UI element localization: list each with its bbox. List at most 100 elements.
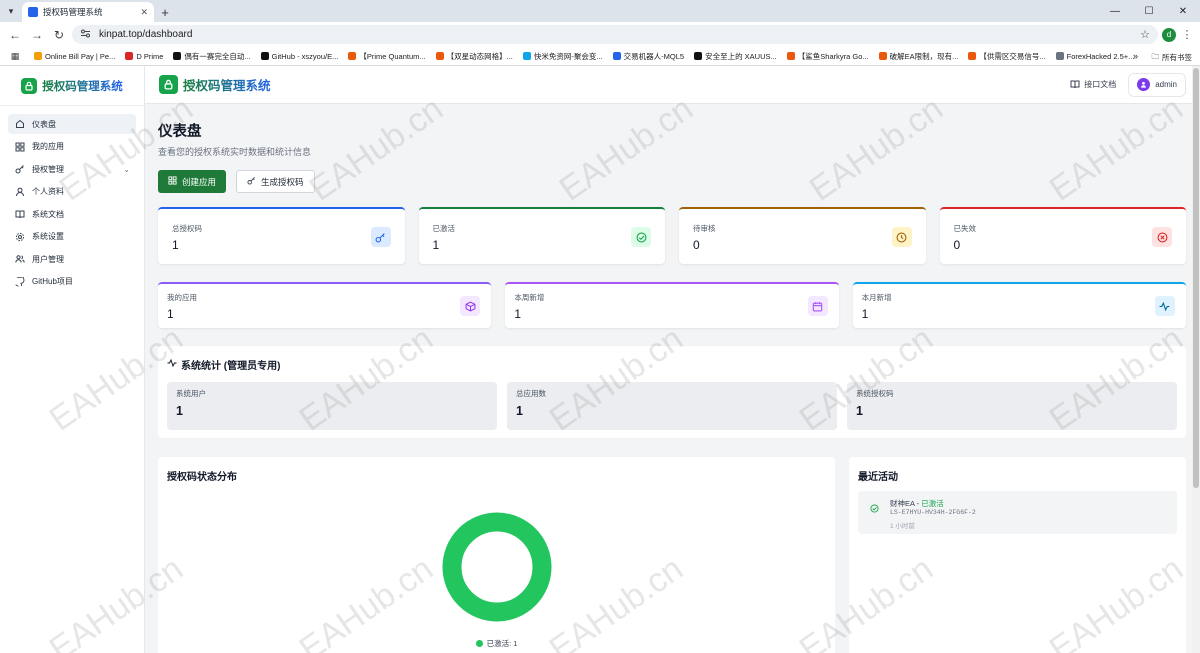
status-donut-chart xyxy=(442,512,552,622)
stat-card-pending: 待审核 0 xyxy=(679,207,926,264)
box-icon xyxy=(460,296,481,316)
scrollbar-thumb[interactable] xyxy=(1193,68,1199,488)
system-codes-card: 系统授权码 1 xyxy=(847,382,1177,430)
chevron-down-icon[interactable]: ⌄ xyxy=(123,165,130,174)
sidebar-item-settings[interactable]: 系统设置 xyxy=(8,227,136,247)
grid-icon xyxy=(168,176,177,187)
activity-code: LS-E7HYU-HV34H-2FG6F-2 xyxy=(890,509,976,516)
bookmarks-overflow-icon[interactable]: » xyxy=(1133,51,1138,61)
new-tab-button[interactable]: + xyxy=(154,2,176,22)
stat-card-activated: 已激活 1 xyxy=(418,207,665,264)
tab-favicon-icon xyxy=(28,7,38,17)
create-app-button[interactable]: 创建应用 xyxy=(158,170,227,193)
stat-card-total: 总授权码 1 xyxy=(158,207,405,264)
lock-icon xyxy=(159,75,178,94)
activity-icon xyxy=(167,358,177,371)
check-circle-icon xyxy=(870,502,879,516)
sidebar-brand-title: 授权码管理系统 xyxy=(42,78,123,94)
user-name: admin xyxy=(1155,80,1177,89)
clock-icon xyxy=(891,227,912,247)
bookmark-star-icon[interactable]: ☆ xyxy=(1140,28,1150,41)
api-docs-link[interactable]: 接口文档 xyxy=(1070,79,1116,91)
generate-code-button[interactable]: 生成授权码 xyxy=(236,170,315,193)
folder-icon: 🗀 xyxy=(1151,52,1160,61)
reload-icon[interactable]: ↻ xyxy=(50,26,68,44)
system-stats-panel: 系统统计 (管理员专用) 系统用户 1 总应用数 1 系统授权码 1 xyxy=(158,346,1186,438)
system-users-card: 系统用户 1 xyxy=(167,382,497,430)
header-brand[interactable]: 授权码管理系统 xyxy=(159,75,271,94)
donut-slice-已激活[interactable] xyxy=(442,512,552,622)
sidebar-item-profile[interactable]: 个人资料 xyxy=(8,182,136,202)
bookmark-item[interactable]: 破解EA限制，现有... xyxy=(878,51,958,62)
book-icon xyxy=(15,209,25,219)
header-brand-title: 授权码管理系统 xyxy=(183,75,271,94)
stat-card-expired: 已失效 0 xyxy=(939,207,1186,264)
bookmark-item[interactable]: 【Prime Quantum... xyxy=(348,51,426,62)
activity-time: 1 小时前 xyxy=(890,523,915,530)
status-distribution-panel: 授权码状态分布 已激活: 1 xyxy=(158,457,835,653)
bookmark-item[interactable]: ForexHacked 2.5+... xyxy=(1055,52,1134,61)
bookmark-item[interactable]: 快米免资网-聚会变... xyxy=(522,51,603,62)
maximize-icon[interactable]: ☐ xyxy=(1132,0,1166,22)
user-icon xyxy=(15,187,25,197)
activity-item[interactable]: 财神EA - 已激活 LS-E7HYU-HV34H-2FG6F-2 1 小时前 xyxy=(858,491,1177,534)
status-chart-title: 授权码状态分布 xyxy=(167,472,237,483)
app-root: 授权码管理系统 仪表盘 我的应用 授权管理 ⌄ 个人资料 系统文档 系统设置 用… xyxy=(0,66,1200,653)
all-bookmarks-button[interactable]: 🗀 所有书签 xyxy=(1152,51,1193,64)
back-icon[interactable]: ← xyxy=(6,26,24,44)
sidebar-item-license-management[interactable]: 授权管理 ⌄ xyxy=(8,159,136,179)
address-bar: ← → ↻ kinpat.top/dashboard ☆ d ⋮ xyxy=(0,22,1200,47)
sidebar-item-dashboard[interactable]: 仪表盘 xyxy=(8,114,136,134)
bookmark-item[interactable]: 【供需区交易信号... xyxy=(968,51,1046,62)
url-input[interactable]: kinpat.top/dashboard ☆ xyxy=(72,25,1158,44)
legend-label: 已激活: 1 xyxy=(486,639,518,648)
github-icon xyxy=(15,276,25,287)
forward-icon[interactable]: → xyxy=(28,26,46,44)
system-apps-card: 总应用数 1 xyxy=(507,382,837,430)
profile-avatar[interactable]: d xyxy=(1162,27,1176,42)
book-icon xyxy=(1070,79,1080,91)
bookmark-item[interactable]: 【双星动态网格】... xyxy=(435,51,513,62)
close-window-icon[interactable]: ✕ xyxy=(1166,0,1200,22)
sidebar-menu: 仪表盘 我的应用 授权管理 ⌄ 个人资料 系统文档 系统设置 用户管理 GitH… xyxy=(0,106,144,302)
browser-tab[interactable]: 授权码管理系统 ✕ xyxy=(22,2,154,22)
bookmark-item[interactable]: 【鲨鱼Sharkyra Go... xyxy=(786,51,869,62)
stat-card-monthly-new: 本月新增 1 xyxy=(852,282,1186,328)
sidebar-brand[interactable]: 授权码管理系统 xyxy=(0,66,144,106)
key-icon xyxy=(247,176,256,187)
stat-card-my-apps: 我的应用 1 xyxy=(158,282,492,328)
browser-menu-icon[interactable]: ⋮ xyxy=(1180,28,1194,41)
sidebar-item-users[interactable]: 用户管理 xyxy=(8,249,136,269)
page-title: 仪表盘 xyxy=(158,124,202,140)
page-subtitle: 查看您的授权系统实时数据和统计信息 xyxy=(158,147,312,157)
sidebar-item-github[interactable]: GitHub项目 xyxy=(8,272,136,292)
page-scrollbar[interactable] xyxy=(1192,66,1200,653)
key-icon xyxy=(370,227,391,247)
user-menu-button[interactable]: admin xyxy=(1128,72,1186,97)
bookmark-item[interactable]: 偶有一赛完全自动... xyxy=(173,51,251,62)
recent-activity-title: 最近活动 xyxy=(858,472,898,483)
url-text: kinpat.top/dashboard xyxy=(99,29,193,40)
sidebar-item-my-apps[interactable]: 我的应用 xyxy=(8,137,136,157)
bookmark-item[interactable]: 交易机器人-MQL5 xyxy=(612,51,684,62)
stat-card-weekly-new: 本周新增 1 xyxy=(505,282,839,328)
bookmark-item[interactable]: GitHub - xszyou/E... xyxy=(260,52,338,61)
chart-legend[interactable]: 已激活: 1 xyxy=(158,638,835,649)
sidebar-item-docs[interactable]: 系统文档 xyxy=(8,204,136,224)
recent-activity-panel: 最近活动 财神EA - 已激活 LS-E7HYU-HV34H-2FG6F-2 1… xyxy=(849,457,1186,653)
bookmark-item[interactable]: D Prime xyxy=(125,52,163,61)
minimize-icon[interactable]: — xyxy=(1098,0,1132,22)
bookmark-item[interactable]: Online Bill Pay | Pe... xyxy=(34,52,115,61)
tab-close-icon[interactable]: ✕ xyxy=(140,7,148,18)
bookmarks-bar: ▦ Online Bill Pay | Pe... D Prime 偶有一赛完全… xyxy=(0,47,1200,66)
main-area: 授权码管理系统 接口文档 admin 仪表盘 查看您的授权系统实时数据和统计信息 xyxy=(145,66,1200,653)
app-stats-row: 我的应用 1 本周新增 1 本月新增 1 xyxy=(158,282,1186,328)
bookmark-item[interactable]: 安全至上的 XAUUS... xyxy=(694,51,777,62)
key-icon xyxy=(15,164,25,174)
sidebar: 授权码管理系统 仪表盘 我的应用 授权管理 ⌄ 个人资料 系统文档 系统设置 用… xyxy=(0,66,145,653)
tab-search-icon[interactable]: ▾ xyxy=(0,0,22,22)
site-info-icon[interactable] xyxy=(80,29,91,41)
apps-icon[interactable]: ▦ xyxy=(6,47,24,65)
check-circle-icon xyxy=(631,227,651,247)
window-controls: — ☐ ✕ xyxy=(1098,0,1200,22)
